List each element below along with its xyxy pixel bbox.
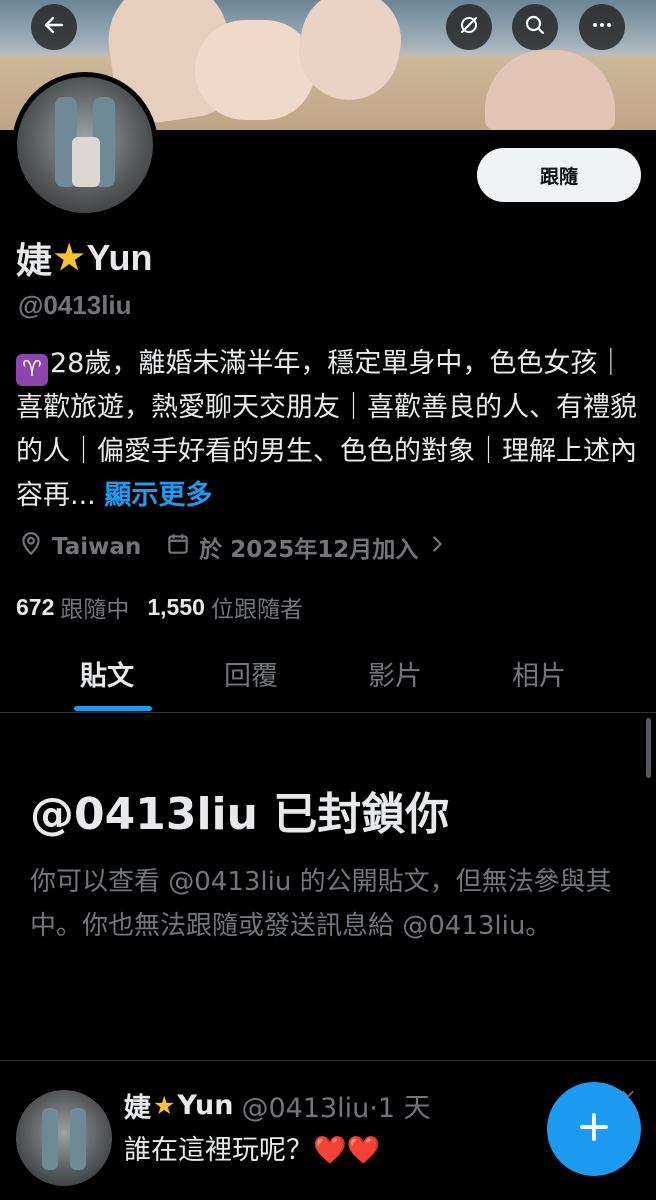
name-prefix: 婕 bbox=[16, 240, 53, 281]
calendar-icon bbox=[165, 531, 199, 563]
post-author-name[interactable]: 婕 ★ Yun bbox=[124, 1086, 233, 1125]
arrow-left-icon bbox=[42, 13, 66, 41]
blocked-title: @0413liu 已封鎖你 bbox=[30, 789, 450, 840]
following-label[interactable]: 跟隨中 bbox=[60, 590, 129, 624]
star-icon: ★ bbox=[153, 1091, 176, 1120]
location-text: Taiwan bbox=[52, 534, 142, 560]
followers-count[interactable]: 1,550 bbox=[147, 594, 205, 621]
joined-text[interactable]: 於 2025年12月加入 bbox=[199, 530, 418, 564]
post-text: 誰在這裡玩呢？❤️❤️ bbox=[124, 1128, 380, 1167]
more-button[interactable] bbox=[579, 4, 625, 50]
profile-name: 婕 ★ Yun bbox=[16, 232, 153, 284]
scrollbar[interactable] bbox=[646, 718, 651, 778]
star-icon: ★ bbox=[54, 239, 85, 277]
profile-tabs: 貼文 回覆 影片 相片 bbox=[0, 640, 656, 713]
post-hearts: ❤️❤️ bbox=[313, 1135, 381, 1166]
tab-posts[interactable]: 貼文 bbox=[80, 654, 134, 693]
post-avatar[interactable] bbox=[16, 1090, 112, 1186]
post-name-suffix: Yun bbox=[177, 1090, 234, 1121]
search-icon bbox=[523, 13, 547, 41]
location-pin-icon bbox=[18, 531, 52, 563]
profile-avatar[interactable] bbox=[12, 72, 158, 218]
post-meta: @0413liu·1 天 bbox=[241, 1093, 431, 1124]
divider bbox=[0, 1060, 656, 1061]
back-button[interactable] bbox=[31, 4, 77, 50]
profile-meta: Taiwan 於 2025年12月加入 bbox=[18, 530, 456, 564]
chevron-right-icon[interactable] bbox=[426, 533, 456, 561]
tab-photos[interactable]: 相片 bbox=[512, 654, 566, 693]
plus-icon bbox=[576, 1109, 612, 1149]
following-count[interactable]: 672 bbox=[16, 594, 54, 621]
blocked-description: 你可以查看 @0413liu 的公開貼文，但無法參與其中。你也無法跟隨或發送訊息… bbox=[30, 867, 612, 941]
hide-button[interactable] bbox=[446, 4, 492, 50]
tab-replies[interactable]: 回覆 bbox=[224, 654, 278, 693]
active-tab-indicator bbox=[74, 706, 152, 711]
aries-icon: ♈ bbox=[16, 354, 48, 386]
show-more-link[interactable]: 顯示更多 bbox=[104, 480, 212, 511]
followers-label[interactable]: 位跟隨者 bbox=[211, 590, 303, 624]
tab-videos[interactable]: 影片 bbox=[368, 654, 422, 693]
compose-button[interactable] bbox=[547, 1082, 641, 1176]
profile-handle: @0413liu bbox=[18, 290, 132, 320]
name-suffix: Yun bbox=[86, 237, 153, 278]
post-header: 婕 ★ Yun @0413liu·1 天 bbox=[124, 1086, 431, 1125]
post-name-prefix: 婕 bbox=[124, 1093, 151, 1124]
post-body: 誰在這裡玩呢？ bbox=[124, 1135, 313, 1166]
follow-button[interactable]: 跟隨 bbox=[477, 148, 641, 202]
more-dots-icon bbox=[590, 13, 614, 41]
search-button[interactable] bbox=[512, 4, 558, 50]
follow-counts: 672 跟隨中 1,550 位跟隨者 bbox=[16, 590, 321, 624]
profile-bio: ♈ 28歲，離婚未滿半年，穩定單身中，色色女孩｜喜歡旅遊，熱愛聊天交朋友｜喜歡善良… bbox=[16, 342, 644, 518]
circle-slash-icon bbox=[457, 13, 481, 41]
